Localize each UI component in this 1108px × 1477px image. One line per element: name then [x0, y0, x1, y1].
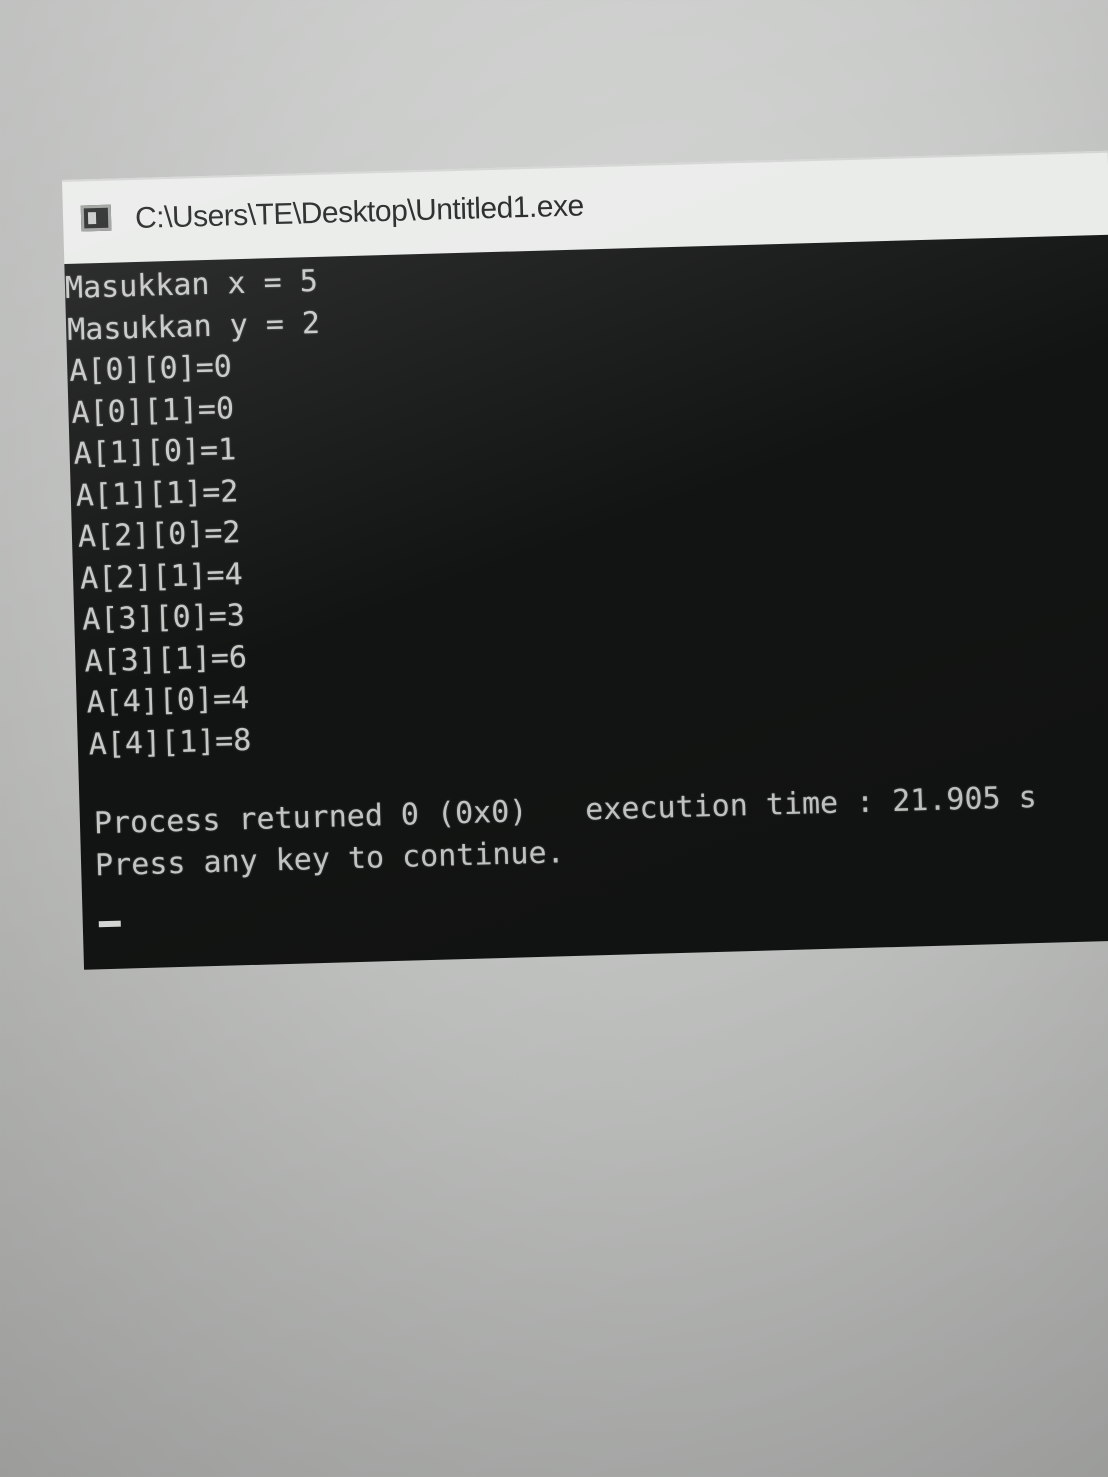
- window-title: C:\Users\TE\Desktop\Untitled1.exe: [134, 189, 585, 235]
- process-summary: Process returned 0 (0x0) execution time …: [93, 777, 1038, 886]
- output-line: A[1][0]=1: [73, 432, 237, 472]
- output-line: A[3][1]=6: [83, 639, 248, 680]
- console-window: C:\Users\TE\Desktop\Untitled1.exe Masukk…: [62, 150, 1108, 970]
- console-lines: Masukkan x = 5 Masukkan y = 2 A[0][0]=0 …: [64, 261, 332, 766]
- input-line-y: Masukkan y = 2: [66, 305, 321, 348]
- output-line: A[3][0]=3: [81, 598, 246, 638]
- text-cursor: [98, 920, 121, 928]
- output-line: A[4][1]=8: [88, 722, 252, 762]
- output-line: A[0][0]=0: [68, 349, 233, 389]
- console-output[interactable]: Masukkan x = 5 Masukkan y = 2 A[0][0]=0 …: [64, 234, 1108, 970]
- output-line: A[4][0]=4: [86, 680, 250, 721]
- console-icon[interactable]: [80, 204, 112, 232]
- output-line: A[2][0]=2: [77, 515, 241, 555]
- input-line-x: Masukkan x = 5: [64, 263, 319, 306]
- output-line: A[0][1]=0: [71, 390, 235, 431]
- output-line: A[2][1]=4: [79, 556, 244, 597]
- output-line: A[1][1]=2: [75, 473, 239, 514]
